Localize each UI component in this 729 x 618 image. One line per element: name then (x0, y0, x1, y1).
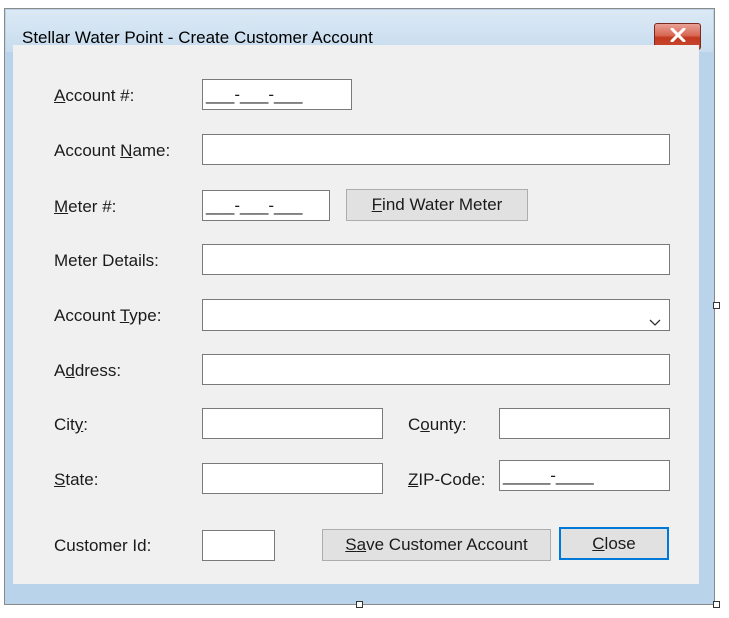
city-field[interactable] (202, 408, 383, 439)
meter-details-label: Meter Details: (54, 251, 159, 270)
county-label: County: (408, 415, 467, 434)
state-field[interactable] (202, 463, 383, 494)
meter-number-mask: ___-___-___ (206, 195, 303, 215)
account-name-field[interactable] (202, 134, 670, 165)
meter-details-field[interactable] (202, 244, 670, 275)
zip-code-label: ZIP-Code: (408, 470, 486, 489)
close-icon (670, 27, 686, 47)
address-label: Address: (54, 361, 122, 380)
resize-handle-bottom[interactable] (356, 601, 363, 608)
meter-number-field[interactable]: ___-___-___ (202, 190, 330, 221)
customer-id-field[interactable] (202, 530, 275, 561)
state-label: State: (54, 470, 99, 489)
zip-code-field[interactable]: _____-____ (499, 460, 670, 491)
find-water-meter-button[interactable]: Find Water Meter (346, 189, 528, 221)
resize-handle-corner[interactable] (713, 601, 720, 608)
address-field[interactable] (202, 354, 670, 385)
account-number-field[interactable]: ___-___-___ (202, 79, 352, 110)
resize-handle-right[interactable] (713, 302, 720, 309)
zip-code-mask: _____-____ (503, 465, 594, 485)
city-label: City: (54, 415, 89, 434)
form-body: Account #: ___-___-___ Account Name: Met… (13, 45, 699, 584)
meter-number-label: Meter #: (54, 197, 117, 216)
account-type-select[interactable] (202, 299, 670, 331)
chevron-down-icon (649, 312, 661, 330)
account-name-label: Account Name: (54, 141, 171, 160)
save-customer-account-button[interactable]: Sa ve Customer Account (322, 529, 551, 561)
county-field[interactable] (499, 408, 670, 439)
close-button[interactable]: Close (559, 527, 669, 560)
account-number-label: Account #: (54, 86, 135, 105)
account-type-label: Account Type: (54, 306, 162, 325)
account-number-mask: ___-___-___ (206, 84, 303, 104)
customer-id-label: Customer Id: (54, 536, 152, 555)
